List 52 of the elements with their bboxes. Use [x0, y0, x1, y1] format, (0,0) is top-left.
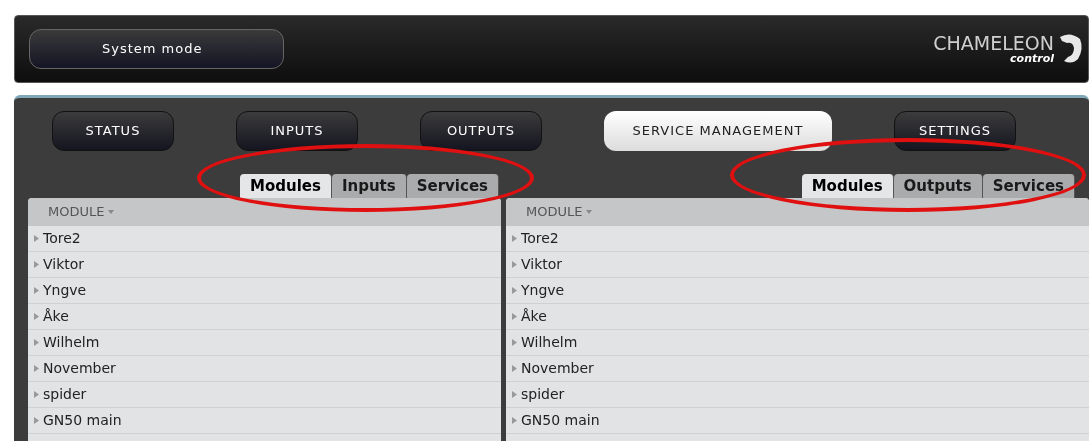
expand-icon[interactable]	[34, 261, 39, 268]
logo-subtitle: control	[1010, 53, 1054, 64]
module-name: Wilhelm	[43, 333, 100, 352]
sort-caret-icon	[108, 210, 115, 214]
expand-icon[interactable]	[512, 287, 517, 294]
module-name: Åke	[43, 307, 69, 326]
tab[interactable]: Modules	[240, 174, 332, 198]
module-name: Åke	[521, 307, 547, 326]
module-name: GN50 main	[521, 411, 600, 430]
column-title: MODULE	[526, 203, 583, 222]
module-name: November	[521, 359, 594, 378]
expand-icon[interactable]	[512, 313, 517, 320]
module-name: Tore2	[521, 229, 559, 248]
tab[interactable]: Outputs	[893, 174, 983, 198]
expand-icon[interactable]	[512, 235, 517, 242]
module-name: Viktor	[43, 255, 85, 274]
sort-caret-icon	[586, 210, 593, 214]
expand-icon[interactable]	[512, 261, 517, 268]
module-name: Tore2	[43, 229, 81, 248]
nav-tab[interactable]: INPUTS	[236, 111, 358, 151]
expand-icon[interactable]	[34, 235, 39, 242]
module-name: Wilhelm	[521, 333, 578, 352]
column-header[interactable]: MODULE	[28, 198, 501, 226]
column-title: MODULE	[48, 203, 105, 222]
expand-icon[interactable]	[512, 365, 517, 372]
expand-icon[interactable]	[34, 391, 39, 398]
module-name: spider	[521, 385, 565, 404]
expand-icon[interactable]	[34, 287, 39, 294]
module-name: November	[43, 359, 116, 378]
tab[interactable]: Services	[982, 174, 1075, 198]
nav-tab[interactable]: STATUS	[52, 111, 174, 151]
expand-icon[interactable]	[512, 391, 517, 398]
nav-tab[interactable]: OUTPUTS	[420, 111, 542, 151]
nav-tab[interactable]: SETTINGS	[894, 111, 1016, 151]
tab[interactable]: Modules	[801, 174, 894, 198]
module-name: Yngve	[521, 281, 565, 300]
column-header[interactable]: MODULE	[506, 198, 1089, 226]
expand-icon[interactable]	[34, 417, 39, 424]
module-name: GN50 main	[43, 411, 122, 430]
expand-icon[interactable]	[512, 417, 517, 424]
module-name: Yngve	[43, 281, 87, 300]
expand-icon[interactable]	[34, 339, 39, 346]
logo-text: CHAMELEON	[933, 34, 1054, 53]
expand-icon[interactable]	[34, 313, 39, 320]
expand-icon[interactable]	[512, 339, 517, 346]
nav-tab[interactable]: SERVICE MANAGEMENT	[604, 111, 832, 151]
tab[interactable]: Inputs	[331, 174, 407, 198]
expand-icon[interactable]	[34, 365, 39, 372]
module-name: spider	[43, 385, 87, 404]
tab[interactable]: Services	[406, 174, 499, 198]
module-name: Viktor	[521, 255, 563, 274]
system-mode-button[interactable]: System mode	[29, 29, 284, 69]
